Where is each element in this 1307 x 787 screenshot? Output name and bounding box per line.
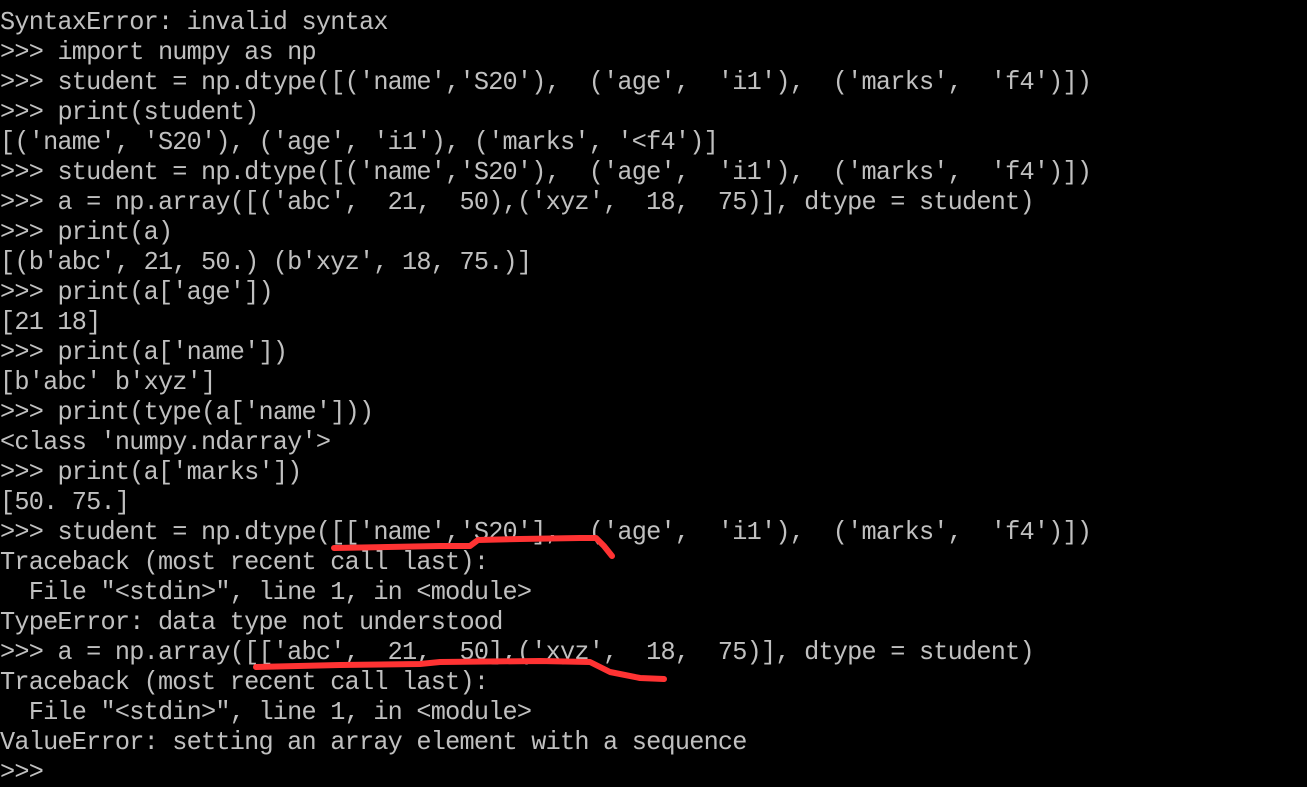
line-text: print(type(a['name'])) bbox=[57, 397, 374, 427]
line-text: Traceback (most recent call last): bbox=[0, 547, 489, 577]
console-line-syntax-error: SyntaxError: invalid syntax bbox=[0, 7, 1268, 37]
console-line-input: >>> student = np.dtype([('name','S20'), … bbox=[0, 67, 1268, 97]
line-text: <class 'numpy.ndarray'> bbox=[0, 427, 331, 457]
line-text: print(student) bbox=[57, 97, 259, 127]
prompt-marker: >>> bbox=[0, 217, 58, 247]
line-text: print(a['marks']) bbox=[57, 457, 302, 487]
console-line-input: >>> student = np.dtype([('name','S20'), … bbox=[0, 157, 1268, 187]
console-line-input: >>> print(a['age']) bbox=[0, 277, 1268, 307]
line-text: TypeError: data type not understood bbox=[0, 607, 503, 637]
line-text: SyntaxError: invalid syntax bbox=[0, 7, 388, 37]
line-text: print(a) bbox=[57, 217, 173, 247]
console-line-value-error: ValueError: setting an array element wit… bbox=[0, 727, 1268, 757]
prompt-marker: >>> bbox=[0, 337, 58, 367]
console-line-output: [21 18] bbox=[0, 307, 1268, 337]
line-text: ValueError: setting an array element wit… bbox=[0, 727, 747, 757]
line-text: Traceback (most recent call last): bbox=[0, 667, 489, 697]
line-text: [50. 75.] bbox=[0, 487, 130, 517]
line-text: student = np.dtype([('name','S20'), ('ag… bbox=[57, 67, 1092, 97]
line-text: [(b'abc', 21, 50.) (b'xyz', 18, 75.)] bbox=[0, 247, 532, 277]
prompt-marker: >>> bbox=[0, 757, 44, 787]
console-line-output: <class 'numpy.ndarray'> bbox=[0, 427, 1268, 457]
console-line-input: >>> print(student) bbox=[0, 97, 1268, 127]
console-line-input: >>> import numpy as np bbox=[0, 37, 1268, 67]
line-text: [('name', 'S20'), ('age', 'i1'), ('marks… bbox=[0, 127, 719, 157]
console-line-traceback: Traceback (most recent call last): bbox=[0, 547, 1268, 577]
console-line-traceback: File "<stdin>", line 1, in <module> bbox=[0, 577, 1268, 607]
console-line-output: [50. 75.] bbox=[0, 487, 1268, 517]
prompt-marker: >>> bbox=[0, 157, 58, 187]
console-line-input: >>> print(a['name']) bbox=[0, 337, 1268, 367]
prompt-marker: >>> bbox=[0, 637, 58, 667]
console-line-input: >>> print(a['marks']) bbox=[0, 457, 1268, 487]
line-text: print(a['age']) bbox=[57, 277, 273, 307]
console-line-input: >>> a = np.array([('abc', 21, 50),('xyz'… bbox=[0, 187, 1268, 217]
prompt-marker: >>> bbox=[0, 517, 58, 547]
line-text: print(a['name']) bbox=[57, 337, 288, 367]
prompt-marker: >>> bbox=[0, 187, 58, 217]
console-line-output: [(b'abc', 21, 50.) (b'xyz', 18, 75.)] bbox=[0, 247, 1268, 277]
line-text: File "<stdin>", line 1, in <module> bbox=[0, 577, 532, 607]
line-text: [b'abc' b'xyz'] bbox=[0, 367, 216, 397]
line-text: student = np.dtype([['name','S20'], ('ag… bbox=[57, 517, 1092, 547]
console-line-traceback: Traceback (most recent call last): bbox=[0, 667, 1268, 697]
console-line-type-error: TypeError: data type not understood bbox=[0, 607, 1268, 637]
line-text: import numpy as np bbox=[57, 37, 316, 67]
python-console[interactable]: SyntaxError: invalid syntax >>> import n… bbox=[0, 0, 1307, 787]
prompt-marker: >>> bbox=[0, 37, 58, 67]
prompt-marker: >>> bbox=[0, 67, 58, 97]
console-line-input: >>> print(a) bbox=[0, 217, 1268, 247]
console-line-input: >>> student = np.dtype([['name','S20'], … bbox=[0, 517, 1268, 547]
prompt-marker: >>> bbox=[0, 457, 58, 487]
console-line-input: >>> print(type(a['name'])) bbox=[0, 397, 1268, 427]
console-line-output: [('name', 'S20'), ('age', 'i1'), ('marks… bbox=[0, 127, 1268, 157]
line-text: File "<stdin>", line 1, in <module> bbox=[0, 697, 532, 727]
line-text: a = np.array([['abc', 21, 50],('xyz', 18… bbox=[57, 637, 1034, 667]
console-input-line[interactable]: >>> bbox=[0, 757, 1268, 787]
console-line-traceback: File "<stdin>", line 1, in <module> bbox=[0, 697, 1268, 727]
prompt-marker: >>> bbox=[0, 97, 58, 127]
line-text: [21 18] bbox=[0, 307, 101, 337]
prompt-marker: >>> bbox=[0, 397, 58, 427]
prompt-marker: >>> bbox=[0, 277, 58, 307]
line-text: a = np.array([('abc', 21, 50),('xyz', 18… bbox=[57, 187, 1034, 217]
console-line-input: >>> a = np.array([['abc', 21, 50],('xyz'… bbox=[0, 637, 1268, 667]
console-line-output: [b'abc' b'xyz'] bbox=[0, 367, 1268, 397]
line-text: student = np.dtype([('name','S20'), ('ag… bbox=[57, 157, 1092, 187]
